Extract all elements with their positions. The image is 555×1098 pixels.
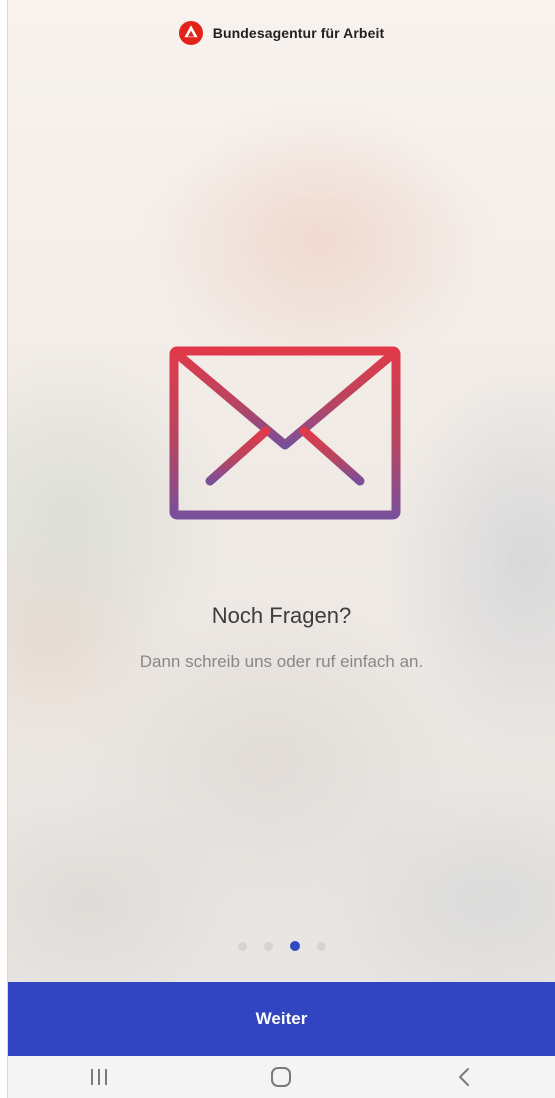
envelope-icon <box>169 346 401 520</box>
page-indicator <box>8 941 555 951</box>
home-icon <box>271 1067 292 1087</box>
page-title: Noch Fragen? <box>211 603 352 628</box>
home-button[interactable] <box>251 1056 311 1098</box>
page-dot[interactable] <box>316 941 326 951</box>
app-header: Bundesagentur für Arbeit <box>8 18 555 48</box>
page-dot-active[interactable] <box>289 941 300 951</box>
recents-button[interactable] <box>69 1056 129 1098</box>
page-subtitle: Dann schreib uns oder ruf einfach an. <box>139 652 424 671</box>
page-dot[interactable] <box>263 941 273 951</box>
page-dot[interactable] <box>237 941 247 951</box>
back-icon <box>458 1068 469 1086</box>
onboarding-screen: Bundesagentur für Arbeit Noch Fragen? Da… <box>8 0 555 1098</box>
system-navigation-bar <box>8 1056 555 1098</box>
next-button[interactable]: Weiter <box>8 982 555 1056</box>
window-border <box>0 0 8 1098</box>
recents-icon <box>91 1069 108 1085</box>
back-button[interactable] <box>434 1056 494 1098</box>
ba-logo-icon <box>178 21 203 45</box>
brand-name: Bundesagentur für Arbeit <box>212 25 385 41</box>
